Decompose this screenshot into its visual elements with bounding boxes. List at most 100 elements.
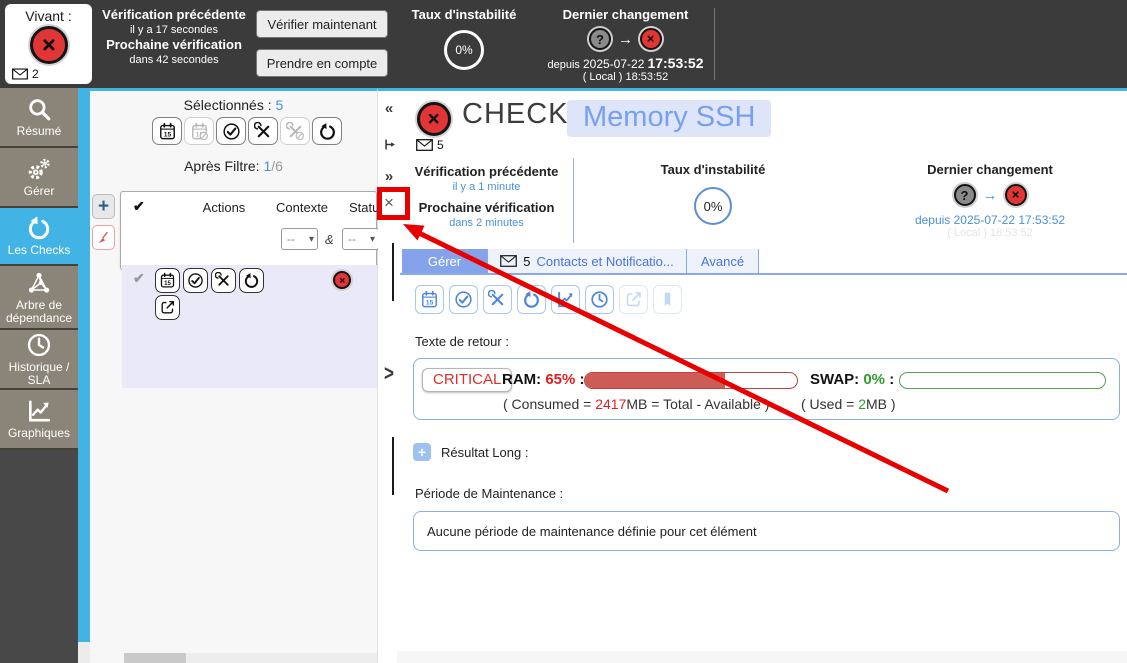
column-actions: Actions — [179, 200, 269, 215]
tab-label: Contacts et Notificatio... — [536, 254, 673, 269]
resize-handle[interactable] — [392, 243, 394, 301]
vivant-mail-count: 2 — [32, 67, 39, 81]
statut-filter-select[interactable]: -- ▾ — [342, 228, 379, 250]
acknowledge-checks-button[interactable] — [216, 117, 246, 145]
check-instability-block: Taux d'instabilité 0% — [573, 161, 853, 225]
check-actions-toolbar — [415, 285, 682, 314]
instability-gauge: 0% — [694, 187, 732, 225]
ram-progress-fill — [585, 373, 725, 388]
expand-long-result-button[interactable]: + — [413, 443, 431, 461]
long-result-label: Résultat Long : — [441, 445, 528, 460]
external-link-button[interactable] — [619, 285, 648, 314]
sidebar-item-arbre-dependance[interactable]: Arbre de dépendance — [0, 266, 78, 330]
unschedule-button[interactable] — [184, 117, 214, 145]
instability-label: Taux d'instabilité — [573, 161, 853, 178]
chevron-right-icon[interactable]: > — [378, 364, 400, 385]
contexte-filter-select[interactable]: -- ▾ — [281, 228, 318, 250]
expand-to-edge-button[interactable] — [378, 137, 400, 156]
expand-panel-button[interactable]: » — [378, 169, 400, 185]
last-change-since: depuis 2025-07-22 17:53:52 — [538, 55, 713, 71]
after-filter-line: Après Filtre: 1/6 — [90, 158, 377, 174]
column-statut: Statut — [349, 200, 377, 215]
tools-button[interactable] — [483, 285, 512, 314]
envelope-icon — [500, 255, 517, 267]
caret-down-icon: ▾ — [370, 234, 375, 245]
row-tools-button[interactable] — [211, 268, 236, 293]
calendar-icon — [159, 272, 176, 289]
select-all-checkbox[interactable]: ✔ — [133, 198, 145, 215]
check-mail: 5 — [416, 138, 444, 152]
collapse-panel-button[interactable]: « — [378, 101, 400, 117]
tools-button[interactable] — [248, 117, 278, 145]
row-export-button[interactable] — [155, 295, 180, 320]
filter-value: -- — [348, 232, 356, 246]
check-last-change-block: Dernier changement ? → depuis 2025-07-22… — [853, 161, 1127, 239]
next-check-label: Prochaine vérification — [400, 199, 573, 216]
scrollbar-thumb[interactable] — [124, 653, 186, 663]
acknowledge-button[interactable] — [449, 285, 478, 314]
close-panel-button[interactable]: × — [378, 195, 400, 211]
add-check-button[interactable]: + — [92, 194, 115, 219]
sidebar-item-label: Graphiques — [8, 427, 70, 440]
envelope-icon — [12, 68, 28, 80]
clear-filter-button[interactable] — [92, 225, 115, 250]
tools-x-icon — [286, 122, 305, 141]
tab-contacts-notifications[interactable]: 5 Contacts et Notificatio... — [488, 249, 687, 273]
panel-resize-strip: « » × > — [378, 88, 400, 663]
horizontal-scrollbar[interactable] — [124, 653, 377, 663]
schedule-button[interactable] — [152, 117, 182, 145]
prev-check-label: Vérification précédente — [400, 163, 573, 180]
schedule-button[interactable] — [415, 285, 444, 314]
selected-count: 5 — [276, 97, 284, 113]
long-result-row: + Résultat Long : — [413, 443, 528, 461]
row-schedule-button[interactable] — [155, 268, 180, 293]
acknowledge-button[interactable]: Prendre en compte — [256, 49, 388, 77]
entity-type-label: CHECK — [462, 98, 569, 131]
envelope-icon — [416, 139, 433, 151]
row-checkbox[interactable]: ✔ — [133, 270, 145, 287]
accent-divider-strip-end — [78, 642, 90, 663]
sidebar-item-historique-sla[interactable]: Historique / SLA — [0, 330, 78, 390]
critical-state-icon — [1005, 184, 1027, 206]
ram-progress-bar — [584, 372, 798, 389]
sidebar-item-label: Gérer — [24, 185, 55, 198]
check-row-memory-ssh[interactable]: ✔ — [122, 265, 377, 388]
resize-handle[interactable] — [392, 437, 394, 495]
check-info-row: Vérification précédente il y a 1 minute … — [400, 153, 1127, 245]
sidebar-item-gerer[interactable]: Gérer — [0, 148, 78, 208]
checks-table-header: ✔ Actions Contexte Statut -- ▾ & -- ▾ — [120, 191, 377, 270]
sidebar-item-les-checks[interactable]: Les Checks — [0, 208, 78, 266]
maintenance-label: Période de Maintenance : — [415, 486, 563, 501]
arrow-right-icon: → — [983, 187, 998, 204]
sidebar-item-graphiques[interactable]: Graphiques — [0, 390, 78, 450]
prev-check-value: il y a 17 secondes — [98, 23, 250, 37]
tools-disabled-button[interactable] — [280, 117, 310, 145]
clock-icon — [26, 332, 52, 358]
sidebar-item-resume[interactable]: Résumé — [0, 88, 78, 148]
topbar-actions: Vérifier maintenant Prendre en compte — [256, 10, 388, 88]
arrow-to-bar-icon — [382, 137, 397, 152]
maintenance-box: Aucune période de maintenance définie po… — [413, 511, 1120, 551]
bulk-actions-toolbar — [152, 117, 342, 145]
tab-avance[interactable]: Avancé — [687, 249, 759, 273]
vivant-card: Vivant : 2 — [5, 4, 92, 84]
clock-icon — [590, 290, 609, 309]
unknown-state-icon: ? — [954, 184, 976, 206]
ram-consumed-detail: ( Consumed = 2417MB = Total - Available … — [503, 396, 769, 412]
swap-percent: 0% — [863, 371, 885, 388]
tab-gerer[interactable]: Gérer — [402, 249, 488, 273]
topbar-last-change: Dernier changement ? → depuis 2025-07-22… — [538, 7, 713, 83]
recheck-button[interactable] — [312, 117, 342, 145]
check-verification-block: Vérification précédente il y a 1 minute … — [400, 163, 573, 235]
check-now-button[interactable]: Vérifier maintenant — [256, 10, 388, 38]
bookmark-button[interactable] — [653, 285, 682, 314]
check-circle-icon — [222, 122, 241, 141]
topbar-instability: Taux d'instabilité 0% — [403, 7, 525, 70]
graphs-button[interactable] — [551, 285, 580, 314]
vivant-label: Vivant : — [5, 4, 92, 24]
row-acknowledge-button[interactable] — [183, 268, 208, 293]
recheck-button[interactable] — [517, 285, 546, 314]
gears-icon — [26, 156, 52, 182]
row-recheck-button[interactable] — [239, 268, 264, 293]
history-button[interactable] — [585, 285, 614, 314]
